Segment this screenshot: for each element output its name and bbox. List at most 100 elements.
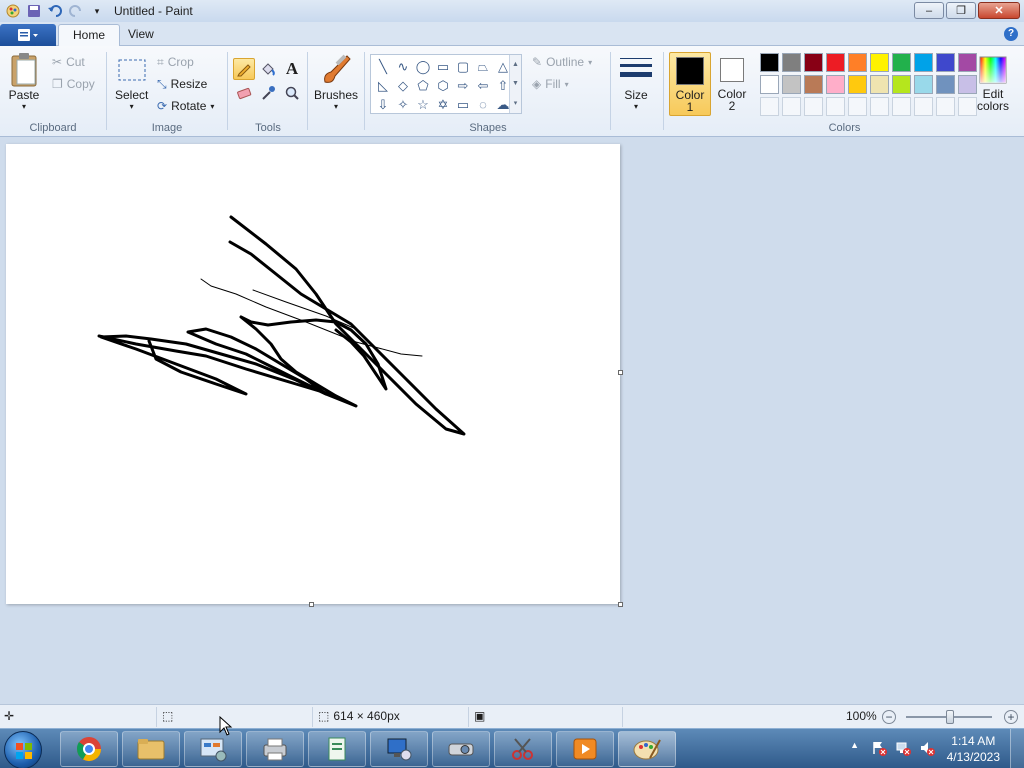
taskbar-chrome[interactable] [60, 731, 118, 767]
crop-button[interactable]: ⌗ Crop [157, 52, 194, 72]
palette-swatch[interactable] [826, 75, 845, 94]
down-arrow-shape-icon[interactable]: ⇩ [373, 95, 393, 114]
resize-handle-bottom[interactable] [309, 602, 314, 607]
scroll-up-icon[interactable]: ▲ [512, 61, 519, 68]
diamond-shape-icon[interactable]: ◇ [393, 76, 413, 95]
palette-swatch[interactable] [848, 75, 867, 94]
six-point-star-shape-icon[interactable]: ✡ [433, 95, 453, 114]
taskbar-clock[interactable]: 1:14 AM 4/13/2023 [947, 733, 1000, 765]
edit-colors-button[interactable]: Edit colors [973, 52, 1013, 116]
zoom-slider-thumb[interactable] [946, 710, 954, 724]
palette-swatch[interactable] [804, 75, 823, 94]
palette-swatch[interactable] [804, 97, 823, 116]
zoom-in-button[interactable]: + [1004, 710, 1018, 724]
undo-icon[interactable] [46, 2, 64, 20]
show-desktop-button[interactable] [1010, 729, 1024, 768]
line-shape-icon[interactable]: ╲ [373, 57, 393, 76]
right-triangle-shape-icon[interactable]: ◺ [373, 76, 393, 95]
resize-handle-corner[interactable] [618, 602, 623, 607]
eraser-icon[interactable] [233, 82, 255, 104]
palette-swatch[interactable] [870, 53, 889, 72]
palette-swatch[interactable] [760, 53, 779, 72]
taskbar-remote-desktop[interactable] [370, 731, 428, 767]
save-icon[interactable] [25, 2, 43, 20]
paint-app-icon[interactable] [4, 2, 22, 20]
scroll-down-icon[interactable]: ▼ [512, 80, 519, 87]
expand-gallery-icon[interactable]: ▾ [514, 99, 518, 107]
color2-button[interactable]: Color 2 [711, 52, 753, 116]
rounded-callout-shape-icon[interactable]: ▭ [453, 95, 473, 114]
palette-swatch[interactable] [826, 97, 845, 116]
zoom-out-button[interactable]: − [882, 710, 896, 724]
palette-swatch[interactable] [936, 53, 955, 72]
network-icon[interactable] [894, 740, 912, 758]
taskbar-control-panel[interactable] [184, 731, 242, 767]
customize-quick-access-icon[interactable]: ▾ [88, 2, 106, 20]
palette-swatch[interactable] [826, 53, 845, 72]
shapes-scrollbar[interactable]: ▲ ▼ ▾ [509, 55, 521, 113]
palette-swatch[interactable] [848, 97, 867, 116]
rectangle-shape-icon[interactable]: ▭ [433, 57, 453, 76]
volume-muted-icon[interactable] [918, 740, 936, 758]
fill-button[interactable]: ◈ Fill ▾ [532, 74, 569, 94]
outline-button[interactable]: ✎ Outline ▾ [532, 52, 592, 72]
show-hidden-icons-icon[interactable]: ▲ [846, 740, 864, 758]
close-button[interactable]: ✕ [978, 2, 1020, 19]
palette-swatch[interactable] [870, 97, 889, 116]
palette-swatch[interactable] [760, 75, 779, 94]
palette-swatch[interactable] [782, 97, 801, 116]
help-icon[interactable]: ? [1004, 27, 1018, 41]
brushes-button[interactable]: Brushes ▾ [314, 52, 358, 111]
taskbar-media-player[interactable] [556, 731, 614, 767]
palette-swatch[interactable] [892, 97, 911, 116]
copy-button[interactable]: ❐ Copy [52, 74, 95, 94]
oval-shape-icon[interactable]: ◯ [413, 57, 433, 76]
pencil-icon[interactable] [233, 58, 255, 80]
taskbar-documents[interactable] [308, 731, 366, 767]
palette-swatch[interactable] [936, 97, 955, 116]
drawing-canvas[interactable] [6, 144, 620, 604]
right-arrow-shape-icon[interactable]: ⇨ [453, 76, 473, 95]
tab-view[interactable]: View [114, 24, 168, 47]
taskbar-paint[interactable] [618, 731, 676, 767]
redo-icon[interactable] [67, 2, 85, 20]
tab-home[interactable]: Home [58, 24, 121, 47]
oval-callout-shape-icon[interactable]: ◌ [473, 95, 493, 114]
fill-bucket-icon[interactable] [257, 58, 279, 80]
palette-swatch[interactable] [892, 75, 911, 94]
pentagon-shape-icon[interactable]: ⬠ [413, 76, 433, 95]
palette-swatch[interactable] [782, 53, 801, 72]
palette-swatch[interactable] [892, 53, 911, 72]
palette-swatch[interactable] [914, 75, 933, 94]
four-point-star-shape-icon[interactable]: ✧ [393, 95, 413, 114]
color-picker-icon[interactable] [257, 82, 279, 104]
rotate-button[interactable]: ⟳ Rotate ▾ [157, 96, 214, 116]
taskbar-explorer[interactable] [122, 731, 180, 767]
five-point-star-shape-icon[interactable]: ☆ [413, 95, 433, 114]
action-center-icon[interactable] [870, 740, 888, 758]
taskbar-printer[interactable] [246, 731, 304, 767]
palette-swatch[interactable] [760, 97, 779, 116]
size-button[interactable]: Size ▾ [618, 52, 654, 111]
palette-swatch[interactable] [914, 97, 933, 116]
magnifier-icon[interactable] [281, 82, 303, 104]
paste-button[interactable]: Paste ▾ [8, 52, 40, 111]
palette-swatch[interactable] [848, 53, 867, 72]
cut-button[interactable]: ✂ Cut [52, 52, 85, 72]
hexagon-shape-icon[interactable]: ⬡ [433, 76, 453, 95]
left-arrow-shape-icon[interactable]: ⇦ [473, 76, 493, 95]
taskbar-projector[interactable] [432, 731, 490, 767]
polygon-shape-icon[interactable]: ⏢ [473, 57, 493, 76]
paint-menu-button[interactable] [0, 24, 56, 46]
rounded-rectangle-shape-icon[interactable]: ▢ [453, 57, 473, 76]
select-button[interactable]: Select ▾ [115, 52, 148, 111]
palette-swatch[interactable] [914, 53, 933, 72]
resize-handle-right[interactable] [618, 370, 623, 375]
color1-button[interactable]: Color 1 [669, 52, 711, 116]
curve-shape-icon[interactable]: ∿ [393, 57, 413, 76]
text-icon[interactable]: A [281, 58, 303, 80]
palette-swatch[interactable] [782, 75, 801, 94]
maximize-button[interactable]: ❐ [946, 2, 976, 19]
palette-swatch[interactable] [870, 75, 889, 94]
minimize-button[interactable]: – [914, 2, 944, 19]
